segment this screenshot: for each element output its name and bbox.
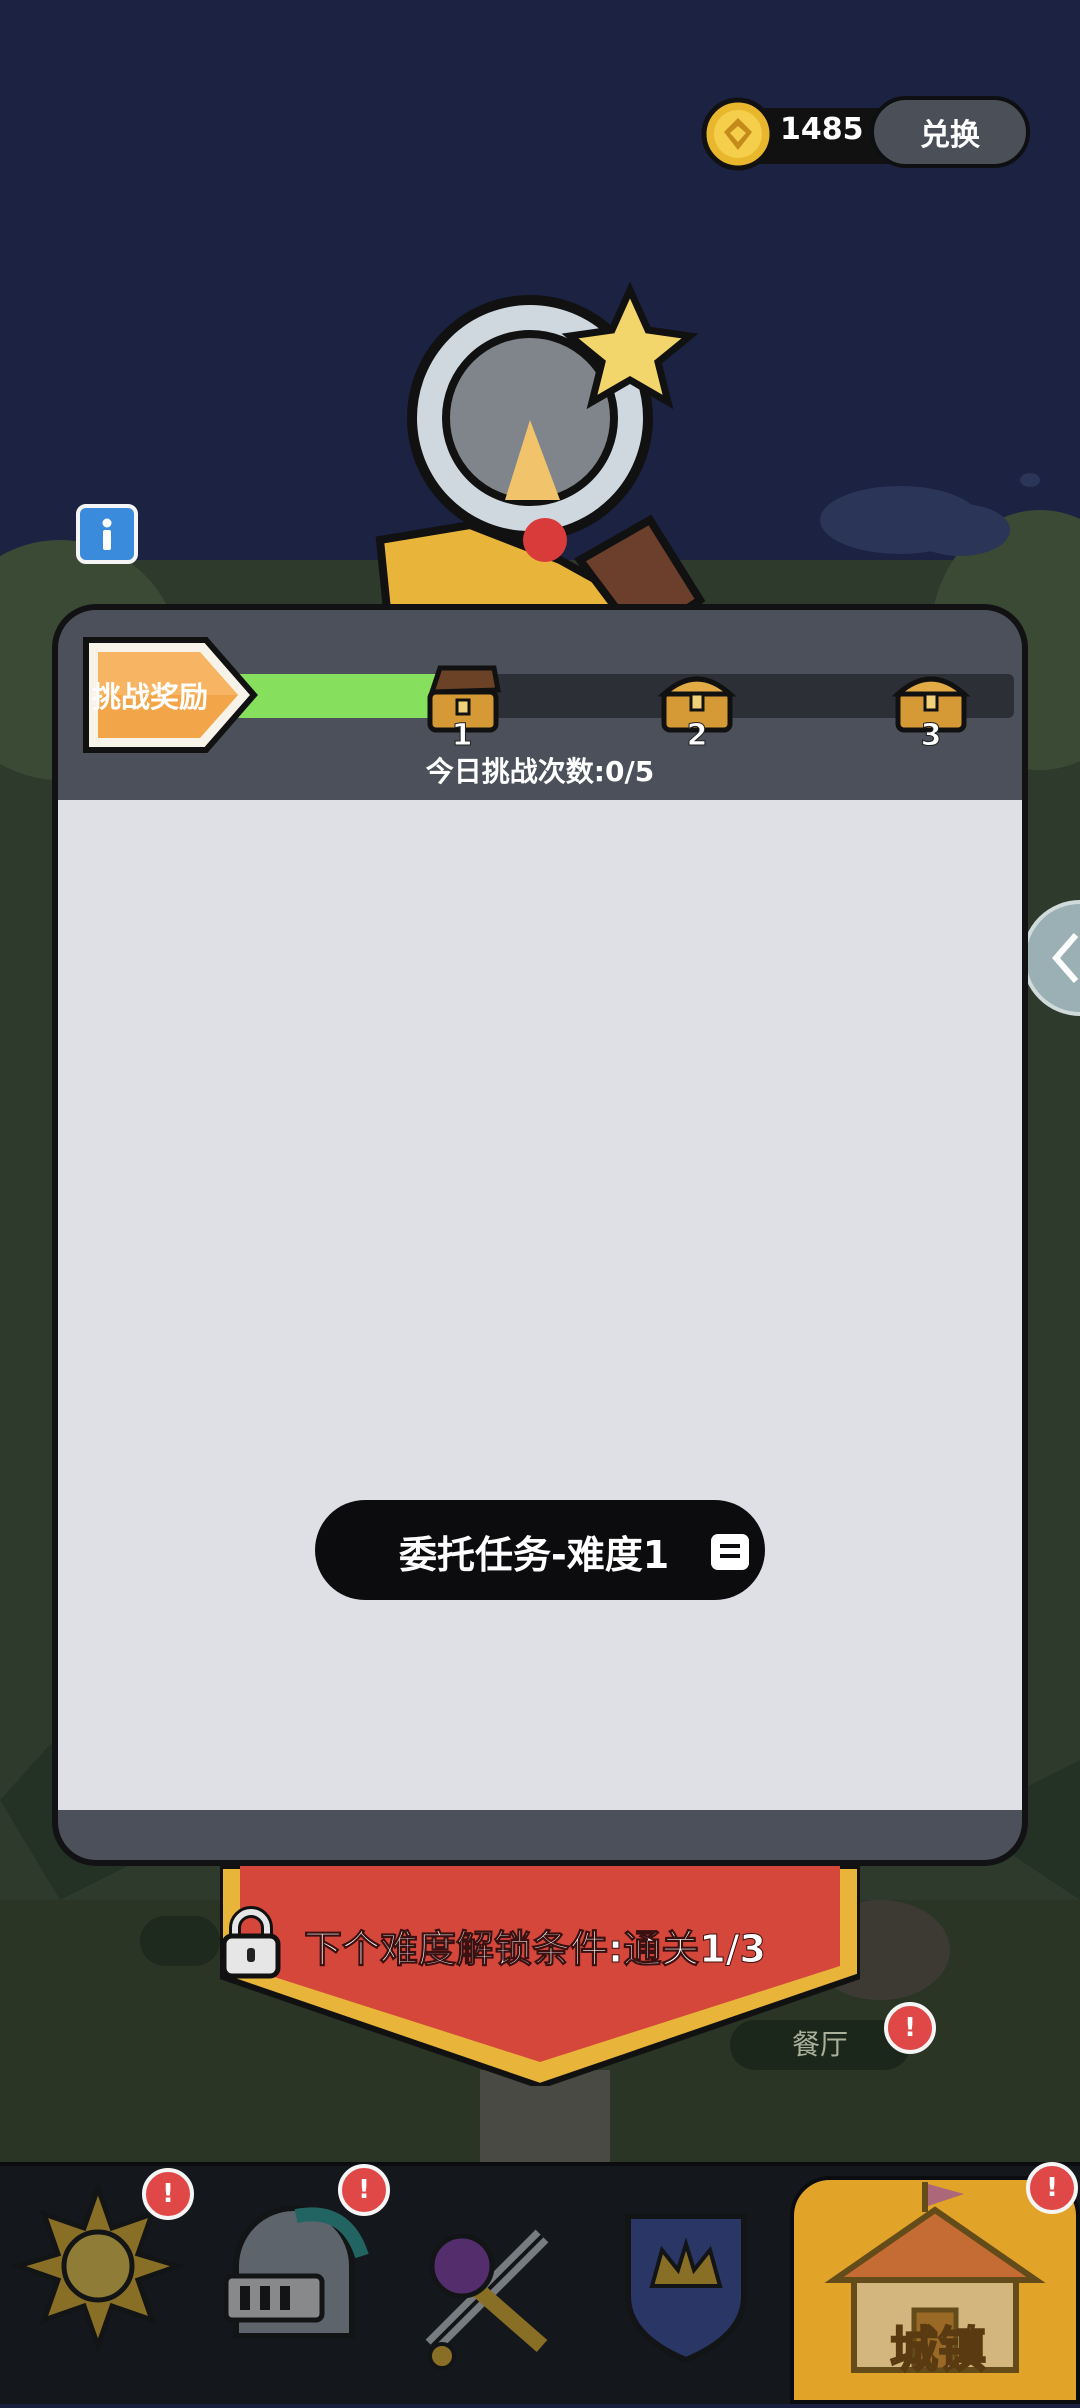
alert-badge: !: [142, 2168, 194, 2220]
panel-body: 挑战奖励 1 2 3 今日挑战次数:0/5 委托任务-难度1: [58, 610, 1022, 1860]
panel-content-area: [58, 800, 1022, 1810]
unlock-condition-text: 下个难度解锁条件:通关1/3: [304, 1927, 767, 1972]
alert-badge: !: [1026, 2162, 1078, 2214]
alert-badge: !: [884, 2002, 936, 2054]
weapons-icon: [425, 2229, 549, 2370]
task-title-pill[interactable]: 委托任务-难度1: [315, 1500, 765, 1600]
challenge-panel: 挑战奖励 1 2 3 今日挑战次数:0/5 委托任务-难度1: [52, 604, 1028, 1866]
lock-icon: [221, 1906, 281, 1979]
gold-coin-icon: [701, 97, 775, 171]
info-button[interactable]: [76, 504, 138, 564]
chest-number: 3: [920, 718, 942, 754]
bottom-nav: ! ! 城镇 !: [0, 2162, 1080, 2404]
alert-badge: !: [338, 2164, 390, 2216]
nav-item-guild[interactable]: [588, 2166, 784, 2404]
info-icon: [102, 518, 112, 550]
guild-crown-shield-icon: [625, 2213, 747, 2364]
challenge-reward-label: 挑战奖励: [92, 680, 209, 714]
daily-challenge-count: 今日挑战次数:0/5: [425, 755, 655, 788]
document-icon[interactable]: [711, 1534, 749, 1570]
nav-town-label: 城镇: [889, 2321, 987, 2379]
task-title: 委托任务-难度1: [399, 1533, 670, 1577]
nav-item-equipment[interactable]: [392, 2166, 588, 2404]
map-label-restaurant[interactable]: 餐厅: [730, 2020, 910, 2070]
exchange-button[interactable]: 兑换: [870, 96, 1030, 168]
chest-number: 1: [451, 718, 473, 754]
currency-bar: 1485 兑换: [700, 96, 1030, 172]
nav-item-town[interactable]: 城镇: [790, 2176, 1080, 2404]
chest-number: 2: [686, 718, 708, 754]
